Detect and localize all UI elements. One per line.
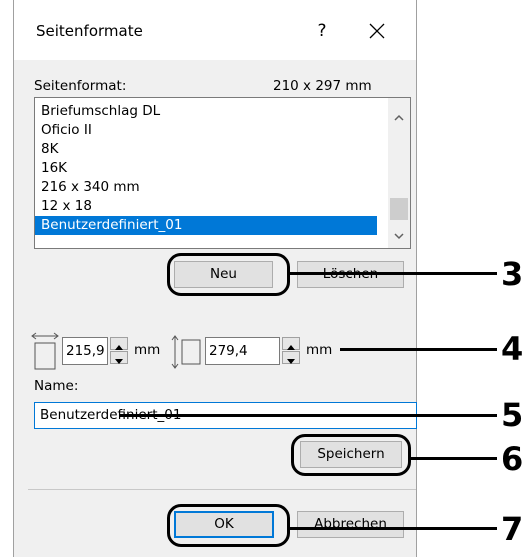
name-label: Name: <box>34 378 79 394</box>
callout-number: 3 <box>501 255 523 293</box>
width-unit: mm <box>134 342 161 358</box>
callout-number: 5 <box>501 396 523 434</box>
list-item-selected[interactable]: Benutzerdefiniert_01 <box>35 216 377 235</box>
vertical-scrollbar[interactable] <box>388 98 410 248</box>
scroll-down-icon[interactable] <box>392 228 406 242</box>
width-stepper[interactable] <box>110 337 128 365</box>
height-stepper[interactable] <box>282 337 300 365</box>
height-input[interactable]: 279,4 <box>205 337 280 365</box>
callout-line <box>340 348 497 351</box>
help-button[interactable]: ? <box>310 18 334 44</box>
close-icon[interactable] <box>362 16 392 46</box>
height-dimension-icon <box>170 334 202 370</box>
height-unit: mm <box>306 342 333 358</box>
scrollbar-thumb[interactable] <box>390 198 408 220</box>
stepper-up-icon[interactable] <box>282 337 300 350</box>
dialog-title: Seitenformate <box>36 22 143 40</box>
list-item[interactable]: Oficio II <box>35 121 377 140</box>
callout-number: 7 <box>501 510 523 548</box>
stepper-down-icon[interactable] <box>282 351 300 364</box>
callout-number: 6 <box>501 440 523 478</box>
page-format-label: Seitenformat: <box>34 78 127 94</box>
width-input[interactable]: 215,9 <box>62 337 108 365</box>
callout-line <box>289 272 497 275</box>
stepper-down-icon[interactable] <box>110 351 128 364</box>
callout-highlight <box>167 253 290 296</box>
divider <box>28 489 416 490</box>
callout-number: 4 <box>501 330 523 368</box>
page-format-list[interactable]: Briefumschlag DL Oficio II 8K 16K 216 x … <box>34 97 411 249</box>
title-bar: Seitenformate ? <box>14 0 416 60</box>
stepper-up-icon[interactable] <box>110 337 128 350</box>
callout-line <box>410 457 497 460</box>
scroll-up-icon[interactable] <box>392 110 406 124</box>
current-size-value: 210 x 297 mm <box>273 78 372 94</box>
list-item[interactable]: 16K <box>35 159 377 178</box>
list-item[interactable]: 216 x 340 mm <box>35 178 377 197</box>
callout-highlight <box>167 504 290 547</box>
callout-line <box>289 527 497 530</box>
list-item[interactable]: 8K <box>35 140 377 159</box>
width-dimension-icon <box>30 331 60 371</box>
callout-highlight <box>291 434 411 476</box>
callout-line <box>120 414 497 417</box>
cancel-button[interactable]: Abbrechen <box>297 511 404 538</box>
list-item[interactable]: Briefumschlag DL <box>35 102 377 121</box>
list-item[interactable]: 12 x 18 <box>35 197 377 216</box>
page-formats-dialog: Seitenformate ? Seitenformat: 210 x 297 … <box>13 0 417 557</box>
